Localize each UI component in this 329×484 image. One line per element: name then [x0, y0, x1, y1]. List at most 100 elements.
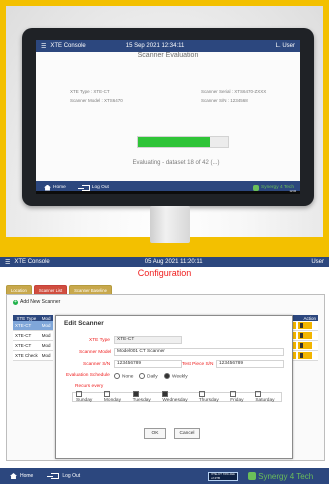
table-cell: XTE Check: [13, 350, 40, 361]
plus-icon: +: [13, 298, 18, 305]
evaluation-schedule-label: Evaluation Schedule: [66, 373, 110, 378]
app-footer: Home Log Out XTE-CT 72% disk of 2TB Syne…: [0, 468, 329, 484]
home-button[interactable]: Home: [10, 473, 33, 479]
table-cell: XTE-CT: [13, 340, 40, 351]
delete-icon[interactable]: [298, 322, 312, 329]
tablet-screen: ☰ XTE Console 15 Sep 2021 12:34:11 L. Us…: [36, 40, 300, 194]
scanner-model-label: Scanner Model: [79, 350, 112, 355]
table-row[interactable]: XTE Check Mod: [13, 350, 53, 361]
scanner-model-field[interactable]: Model001 CT Scanner: [114, 348, 284, 356]
radio-icon: [139, 373, 145, 379]
photo-of-tablet: ☰ XTE Console 15 Sep 2021 12:34:11 L. Us…: [0, 0, 329, 243]
checkbox-icon: [230, 391, 237, 398]
day-friday[interactable]: Friday: [230, 391, 250, 403]
cancel-button[interactable]: Cancel: [174, 428, 200, 439]
day-wednesday[interactable]: Wednesday: [162, 391, 193, 403]
test-piece-sn-field[interactable]: 123456789: [216, 360, 284, 368]
home-label: Home: [53, 185, 66, 190]
day-label: Saturday: [255, 397, 275, 403]
os-taskbar: 12:34: [36, 190, 300, 194]
brand-label: Synergy 4 Tech: [258, 471, 314, 481]
day-label: Wednesday: [162, 397, 188, 403]
table-header-xte-type[interactable]: XTE Type: [13, 315, 40, 321]
configuration-screenshot: ☰ XTE Console 05 Aug 2021 11:20:11 User …: [0, 257, 329, 484]
home-button[interactable]: Home: [44, 184, 66, 191]
logout-label: Log Out: [62, 473, 81, 479]
disk-usage-indicator: XTE-CT 72% disk of 2TB: [208, 471, 239, 481]
schedule-none-label: None: [122, 374, 134, 380]
app-header: ☰ XTE Console 15 Sep 2021 12:34:11 L. Us…: [36, 40, 300, 52]
table-header-model[interactable]: Mod: [39, 315, 53, 321]
action-header-label: Action: [303, 315, 316, 321]
user-name[interactable]: User: [311, 259, 324, 265]
day-label: Sunday: [76, 397, 93, 403]
scanner-sn-label: Scanner S/N: [83, 362, 111, 367]
app-header: ☰ XTE Console 05 Aug 2021 11:20:11 User: [0, 257, 329, 267]
checkbox-checked-icon: [162, 391, 169, 398]
days-of-week-group: Sunday Monday Tuesday Wednesday Thursday…: [72, 391, 282, 403]
table-header-row: XTE Type Mod: [13, 315, 53, 321]
test-piece-sn-label: Test Piece S/N: [182, 362, 214, 367]
scanner-sn-field[interactable]: 123456789: [114, 360, 182, 368]
logout-button[interactable]: Log Out: [77, 184, 109, 191]
brand-logo: Synergy 4 Tech: [248, 472, 313, 481]
day-thursday[interactable]: Thursday: [198, 391, 225, 403]
disk-usage-text: XTE-CT 72% disk of 2TB: [211, 472, 235, 480]
delete-icon[interactable]: [298, 342, 312, 349]
user-name[interactable]: L. User: [276, 43, 295, 49]
table-cell: Mod: [39, 340, 53, 351]
table-row[interactable]: XTE-CT Mod: [13, 340, 53, 351]
day-saturday[interactable]: Saturday: [255, 391, 281, 403]
page-title: Configuration: [137, 268, 192, 278]
yellow-divider: [0, 243, 329, 257]
checkbox-icon: [255, 391, 262, 398]
home-icon: [10, 473, 17, 479]
table-cell: Mod: [39, 330, 53, 341]
tablet-device: ☰ XTE Console 15 Sep 2021 12:34:11 L. Us…: [22, 28, 314, 206]
day-tuesday[interactable]: Tuesday: [132, 391, 158, 403]
home-icon: [44, 184, 51, 191]
ok-button[interactable]: OK: [144, 428, 166, 439]
xte-type-label: XTE Type: [89, 338, 110, 343]
right-info-2: Scanner S/N : 1234568: [201, 98, 248, 103]
logout-icon: [77, 184, 90, 191]
logout-icon: [47, 473, 60, 479]
right-info-1: Scanner Serial : XTS6470-ZXXX: [201, 89, 267, 94]
header-date: 05 Aug 2021 11:20:11: [144, 259, 203, 265]
brand-icon: [248, 472, 257, 480]
taskbar-time: 12:34: [289, 190, 297, 193]
menu-icon[interactable]: ☰: [41, 43, 46, 50]
schedule-weekly[interactable]: Weekly: [164, 373, 188, 379]
checkbox-icon: [198, 391, 205, 398]
add-button-label: Add New Scanner: [20, 299, 61, 305]
screen-title: Scanner Evaluation: [137, 52, 199, 59]
day-sunday[interactable]: Sunday: [76, 391, 99, 403]
schedule-none[interactable]: None: [114, 373, 133, 379]
home-label: Home: [20, 473, 34, 479]
table-row[interactable]: XTE-CT Mod: [13, 330, 53, 341]
day-monday[interactable]: Monday: [103, 391, 128, 403]
add-new-scanner-button[interactable]: + Add New Scanner: [13, 299, 60, 305]
table-row[interactable]: XTE-CT Mod: [13, 321, 53, 331]
schedule-daily[interactable]: Daily: [139, 373, 158, 379]
header-date: 15 Sep 2021 12:34:11: [125, 43, 185, 49]
day-label: Friday: [230, 397, 244, 403]
table-cell: Mod: [39, 321, 53, 331]
edit-scanner-dialog: Edit Scanner XTE Type XTE-CT Scanner Mod…: [55, 315, 293, 459]
schedule-weekly-label: Weekly: [172, 374, 188, 380]
scanner-table: XTE Type Mod XTE-CT Mod XTE-CT Mod XTE-C…: [13, 315, 53, 361]
dialog-title: Edit Scanner: [64, 320, 104, 327]
brand-icon: [253, 184, 260, 191]
menu-icon[interactable]: ☰: [5, 259, 10, 266]
xte-type-field[interactable]: XTE-CT: [114, 336, 182, 344]
progress-fill: [138, 137, 210, 147]
day-label: Monday: [103, 397, 121, 403]
app-title: XTE Console: [14, 259, 50, 265]
checkbox-icon: [76, 391, 82, 398]
evaluation-progress-bar: [137, 136, 229, 148]
delete-icon[interactable]: [298, 332, 312, 339]
table-cell: Mod: [39, 350, 53, 361]
logout-button[interactable]: Log Out: [47, 473, 81, 479]
checkbox-checked-icon: [132, 391, 139, 398]
delete-icon[interactable]: [298, 352, 312, 359]
